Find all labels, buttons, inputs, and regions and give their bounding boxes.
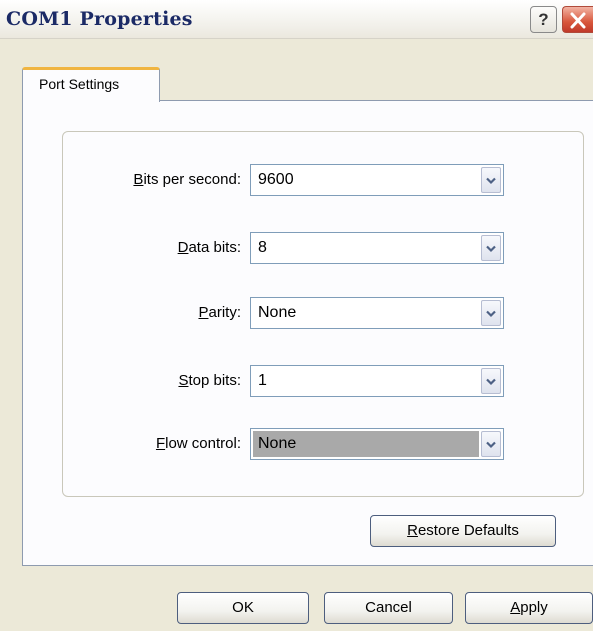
- chevron-down-icon: [486, 441, 496, 449]
- stop-bits-mnemonic: S: [178, 372, 189, 389]
- chevron-down-icon: [486, 245, 496, 253]
- close-button[interactable]: [562, 6, 593, 33]
- bits-per-second-label-text: its per second:: [143, 171, 241, 188]
- flow-control-select[interactable]: None: [250, 428, 504, 460]
- data-bits-label-text: ata bits:: [188, 239, 241, 256]
- window-title: COM1 Properties: [6, 8, 193, 30]
- restore-label: estore Defaults: [417, 522, 519, 539]
- data-bits-select[interactable]: 8: [250, 232, 504, 264]
- parity-value: None: [258, 304, 297, 321]
- help-button[interactable]: ?: [530, 6, 557, 33]
- flow-control-label: Flow control:: [156, 435, 241, 452]
- data-bits-mnemonic: D: [177, 239, 189, 256]
- title-bar[interactable]: COM1 Properties ?: [0, 0, 593, 39]
- bits-per-second-mnemonic: B: [133, 171, 144, 188]
- stop-bits-label-text: top bits:: [188, 372, 241, 389]
- parity-dropdown-button[interactable]: [481, 300, 501, 326]
- stop-bits-value: 1: [258, 372, 267, 389]
- parity-label: Parity:: [198, 304, 241, 321]
- cancel-button[interactable]: Cancel: [324, 592, 453, 624]
- parity-select[interactable]: None: [250, 297, 504, 329]
- tab-label: Port Settings: [39, 76, 120, 92]
- flow-control-value: None: [253, 431, 479, 457]
- apply-label: pply: [520, 599, 548, 616]
- bits-per-second-value: 9600: [258, 171, 294, 188]
- bits-per-second-label: Bits per second:: [133, 171, 241, 188]
- bits-per-second-select[interactable]: 9600: [250, 164, 504, 196]
- flow-control-dropdown-button[interactable]: [481, 431, 501, 457]
- chevron-down-icon: [486, 378, 496, 386]
- ok-button[interactable]: OK: [177, 592, 309, 624]
- data-bits-value: 8: [258, 239, 267, 256]
- parity-label-text: arity:: [208, 304, 241, 321]
- stop-bits-label: Stop bits:: [178, 372, 241, 389]
- data-bits-dropdown-button[interactable]: [481, 235, 501, 261]
- bits-per-second-dropdown-button[interactable]: [481, 167, 501, 193]
- com1-properties-dialog: COM1 Properties ? Port Settings Bits per…: [0, 0, 593, 631]
- apply-button[interactable]: Apply: [465, 592, 593, 624]
- restore-mnemonic: R: [407, 522, 418, 539]
- parity-mnemonic: P: [198, 304, 209, 321]
- chevron-down-icon: [486, 310, 496, 318]
- flow-control-mnemonic: F: [155, 435, 166, 452]
- tab-port-settings[interactable]: Port Settings: [22, 67, 160, 102]
- close-icon: [570, 12, 586, 29]
- stop-bits-select[interactable]: 1: [250, 365, 504, 397]
- stop-bits-dropdown-button[interactable]: [481, 368, 501, 394]
- restore-defaults-button[interactable]: Restore Defaults: [370, 515, 556, 547]
- apply-mnemonic: A: [510, 599, 521, 616]
- data-bits-label: Data bits:: [178, 239, 241, 256]
- chevron-down-icon: [486, 177, 496, 185]
- flow-control-label-text: low control:: [165, 435, 241, 452]
- help-icon: ?: [538, 10, 549, 29]
